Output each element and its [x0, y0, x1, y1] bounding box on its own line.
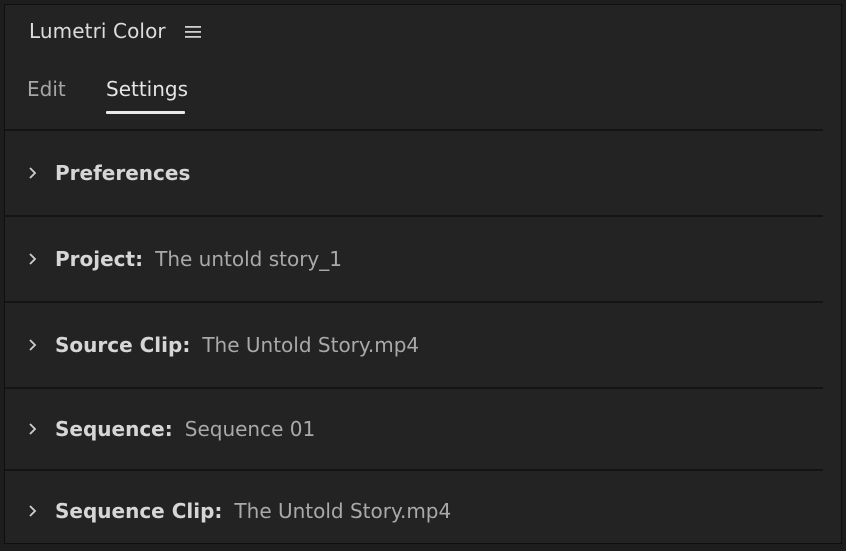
section-project[interactable]: Project: The untold story_1 — [5, 215, 823, 301]
section-sequence[interactable]: Sequence: Sequence 01 — [5, 387, 823, 469]
tab-bar: Edit Settings — [5, 61, 841, 131]
chevron-right-icon[interactable] — [27, 421, 39, 437]
active-tab-indicator — [106, 111, 185, 114]
section-label: Source Clip: — [55, 333, 191, 357]
section-label: Project: — [55, 247, 144, 271]
hamburger-menu-icon[interactable] — [185, 25, 201, 39]
tab-edit[interactable]: Edit — [27, 77, 66, 107]
section-source-clip[interactable]: Source Clip: The Untold Story.mp4 — [5, 301, 823, 387]
section-label: Sequence: — [55, 417, 173, 441]
section-preferences[interactable]: Preferences — [5, 129, 823, 215]
chevron-right-icon[interactable] — [27, 251, 39, 267]
section-value: The Untold Story.mp4 — [202, 333, 420, 357]
section-value: Sequence 01 — [184, 417, 316, 441]
settings-sections: Preferences Project: The untold story_1 … — [5, 129, 823, 551]
section-label: Sequence Clip: — [55, 499, 223, 523]
chevron-right-icon[interactable] — [27, 165, 39, 181]
tab-settings[interactable]: Settings — [106, 77, 188, 107]
chevron-right-icon[interactable] — [27, 503, 39, 519]
panel-header: Lumetri Color — [5, 5, 841, 61]
section-sequence-clip[interactable]: Sequence Clip: The Untold Story.mp4 — [5, 469, 823, 551]
section-label: Preferences — [55, 161, 191, 185]
panel-title: Lumetri Color — [29, 19, 166, 43]
section-value: The untold story_1 — [155, 247, 342, 271]
lumetri-color-panel: Lumetri Color Edit Settings Preferences — [4, 4, 842, 544]
section-value: The Untold Story.mp4 — [234, 499, 452, 523]
chevron-right-icon[interactable] — [27, 337, 39, 353]
